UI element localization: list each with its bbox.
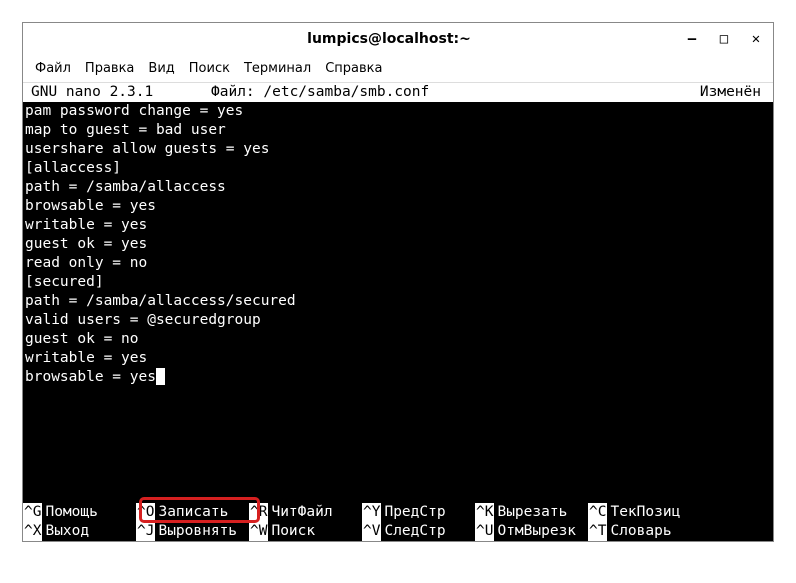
shortcut-label: Записать bbox=[155, 503, 232, 522]
menu-help[interactable]: Справка bbox=[325, 61, 382, 76]
shortcut-key: ^R bbox=[249, 503, 268, 522]
shortcut-Выход[interactable]: ^XВыход bbox=[23, 522, 136, 541]
shortcut-Выровнять[interactable]: ^JВыровнять bbox=[136, 522, 249, 541]
editor-line: guest ok = yes bbox=[23, 235, 773, 254]
nano-shortcuts: ^GПомощь^OЗаписать^RЧитФайл^YПредСтр^KВы… bbox=[23, 503, 773, 541]
shortcut-label: Помощь bbox=[42, 503, 101, 522]
nano-file: Файл: /etc/samba/smb.conf bbox=[201, 83, 700, 102]
editor-body[interactable]: pam password change = yesmap to guest = … bbox=[23, 102, 773, 387]
shortcut-key: ^K bbox=[475, 503, 494, 522]
shortcut-label: Выровнять bbox=[155, 522, 241, 541]
editor-line: usershare allow guests = yes bbox=[23, 140, 773, 159]
shortcut-key: ^J bbox=[136, 522, 155, 541]
shortcut-ТекПозиц[interactable]: ^CТекПозиц bbox=[588, 503, 701, 522]
cursor bbox=[156, 368, 165, 385]
close-button[interactable]: ✕ bbox=[749, 32, 763, 46]
shortcut-Помощь[interactable]: ^GПомощь bbox=[23, 503, 136, 522]
shortcut-key: ^C bbox=[588, 503, 607, 522]
shortcut-label: ПредСтр bbox=[381, 503, 449, 522]
shortcut-label: Словарь bbox=[607, 522, 675, 541]
shortcut-key: ^Y bbox=[362, 503, 381, 522]
shortcut-key: ^U bbox=[475, 522, 494, 541]
shortcut-key: ^T bbox=[588, 522, 607, 541]
nano-header: GNU nano 2.3.1 Файл: /etc/samba/smb.conf… bbox=[23, 83, 773, 102]
terminal-window: lumpics@localhost:~ — □ ✕ Файл Правка Ви… bbox=[22, 22, 774, 542]
shortcut-Вырезать[interactable]: ^KВырезать bbox=[475, 503, 588, 522]
window-title: lumpics@localhost:~ bbox=[93, 31, 685, 47]
maximize-button[interactable]: □ bbox=[717, 32, 731, 46]
editor-line: valid users = @securedgroup bbox=[23, 311, 773, 330]
shortcut-СледСтр[interactable]: ^VСледСтр bbox=[362, 522, 475, 541]
editor-line: writable = yes bbox=[23, 216, 773, 235]
menu-view[interactable]: Вид bbox=[148, 61, 174, 76]
editor-line: map to guest = bad user bbox=[23, 121, 773, 140]
shortcut-key: ^V bbox=[362, 522, 381, 541]
shortcut-label: ТекПозиц bbox=[607, 503, 684, 522]
menu-edit[interactable]: Правка bbox=[85, 61, 134, 76]
shortcut-Поиск[interactable]: ^WПоиск bbox=[249, 522, 362, 541]
shortcut-label: Выход bbox=[42, 522, 93, 541]
editor-line: [allaccess] bbox=[23, 159, 773, 178]
shortcut-key: ^X bbox=[23, 522, 42, 541]
editor-line: pam password change = yes bbox=[23, 102, 773, 121]
shortcut-label: ЧитФайл bbox=[268, 503, 336, 522]
shortcut-label: Поиск bbox=[268, 522, 319, 541]
menu-search[interactable]: Поиск bbox=[189, 61, 230, 76]
editor-line: path = /samba/allaccess bbox=[23, 178, 773, 197]
editor-line: [secured] bbox=[23, 273, 773, 292]
shortcut-label: СледСтр bbox=[381, 522, 449, 541]
shortcut-key: ^O bbox=[136, 503, 155, 522]
nano-version: GNU nano 2.3.1 bbox=[31, 83, 201, 102]
editor-line: guest ok = no bbox=[23, 330, 773, 349]
shortcut-row-2: ^XВыход^JВыровнять^WПоиск^VСледСтр^UОтмВ… bbox=[23, 522, 773, 541]
menu-terminal[interactable]: Терминал bbox=[244, 61, 311, 76]
editor-line: browsable = yes bbox=[23, 368, 773, 387]
shortcut-ЧитФайл[interactable]: ^RЧитФайл bbox=[249, 503, 362, 522]
shortcut-row-1: ^GПомощь^OЗаписать^RЧитФайл^YПредСтр^KВы… bbox=[23, 503, 773, 522]
editor-line: writable = yes bbox=[23, 349, 773, 368]
nano-status: Изменён bbox=[700, 83, 765, 102]
shortcut-ПредСтр[interactable]: ^YПредСтр bbox=[362, 503, 475, 522]
minimize-button[interactable]: — bbox=[685, 32, 699, 46]
shortcut-key: ^W bbox=[249, 522, 268, 541]
window-controls: — □ ✕ bbox=[685, 32, 763, 46]
editor-line: browsable = yes bbox=[23, 197, 773, 216]
shortcut-Записать[interactable]: ^OЗаписать bbox=[136, 503, 249, 522]
shortcut-label: ОтмВырезк bbox=[494, 522, 580, 541]
shortcut-key: ^G bbox=[23, 503, 42, 522]
terminal-area[interactable]: GNU nano 2.3.1 Файл: /etc/samba/smb.conf… bbox=[23, 83, 773, 541]
editor-line: read only = no bbox=[23, 254, 773, 273]
editor-line: path = /samba/allaccess/secured bbox=[23, 292, 773, 311]
menubar: Файл Правка Вид Поиск Терминал Справка bbox=[23, 55, 773, 83]
shortcut-ОтмВырезк[interactable]: ^UОтмВырезк bbox=[475, 522, 588, 541]
titlebar: lumpics@localhost:~ — □ ✕ bbox=[23, 23, 773, 55]
shortcut-Словарь[interactable]: ^TСловарь bbox=[588, 522, 701, 541]
shortcut-label: Вырезать bbox=[494, 503, 571, 522]
menu-file[interactable]: Файл bbox=[35, 61, 71, 76]
